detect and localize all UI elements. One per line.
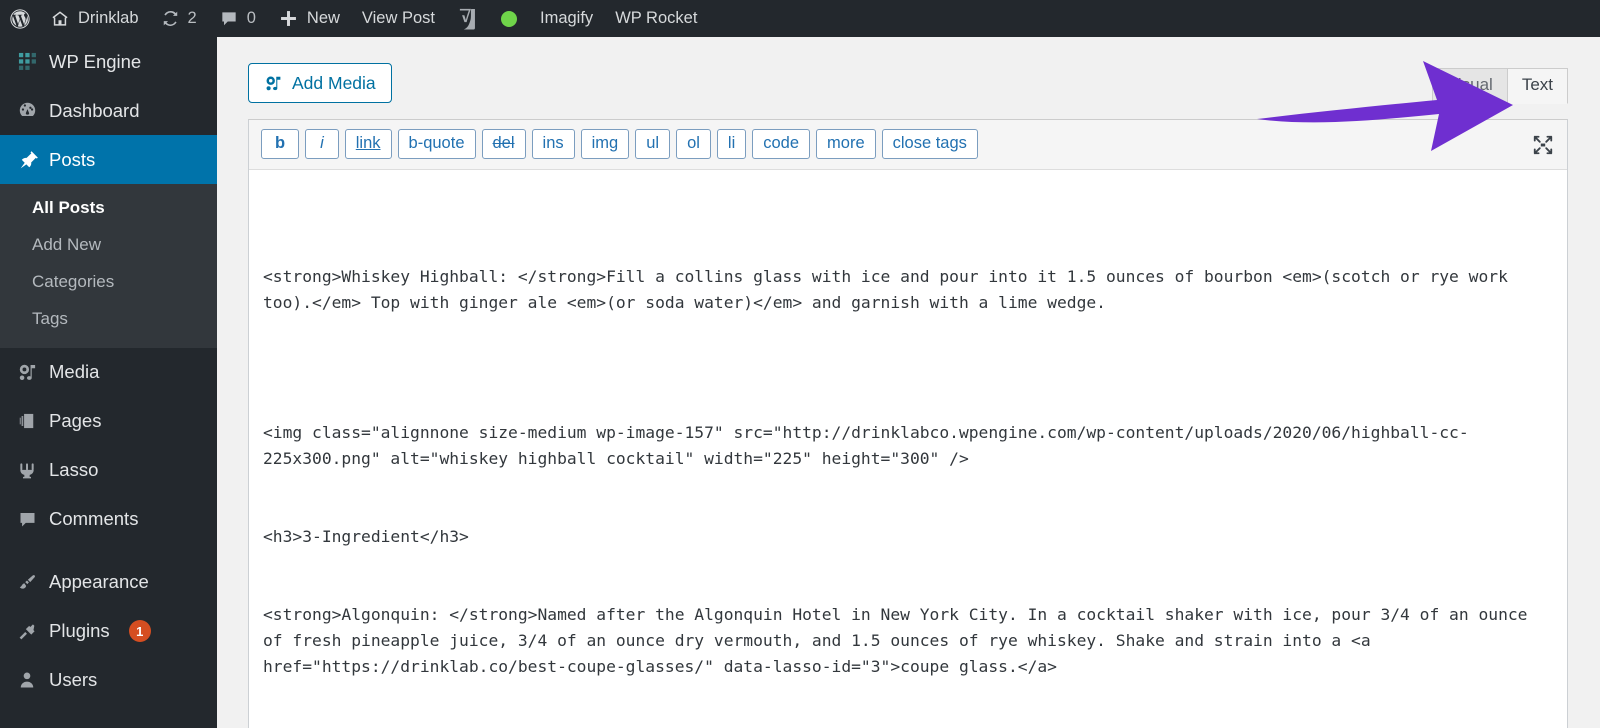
sidebar-item-label: Posts: [49, 148, 96, 170]
admin-bar: Drinklab 2 0 New View Post Imagify WP Ro…: [0, 0, 1600, 37]
imagify-label: Imagify: [540, 9, 594, 28]
sidebar-item-users[interactable]: Users: [0, 656, 217, 705]
update-icon: [161, 9, 180, 28]
quicktag-ol[interactable]: ol: [676, 129, 711, 160]
post-content-textarea[interactable]: <strong>Whiskey Highball: </strong>Fill …: [249, 170, 1567, 728]
new-label: New: [306, 9, 340, 28]
admin-sidebar-menu: WP Engine Dashboard Posts All Posts Add …: [0, 37, 225, 728]
tab-visual[interactable]: Visual: [1431, 68, 1508, 104]
wpengine-icon: [16, 52, 38, 71]
quicktags-toolbar: b i link b-quote del ins img ul ol li co…: [249, 120, 1567, 171]
adminbar-wordpress-logo[interactable]: [0, 0, 39, 37]
sidebar-item-label: Pages: [49, 410, 102, 432]
quicktag-close-tags[interactable]: close tags: [881, 129, 978, 160]
plugins-icon: [16, 621, 38, 642]
content-line-h3-heading: <h3>3-Ingredient</h3>: [263, 527, 469, 547]
main-content-area: Add Media Visual Text b i link b-quote d…: [217, 37, 1600, 728]
sidebar-item-dashboard[interactable]: Dashboard: [0, 86, 217, 135]
sidebar-item-lasso[interactable]: Lasso: [0, 446, 217, 495]
quicktag-code[interactable]: code: [752, 129, 811, 160]
sidebar-item-label: Users: [49, 669, 98, 691]
submenu-item-categories[interactable]: Categories: [0, 264, 217, 301]
quicktag-b[interactable]: b: [261, 129, 300, 160]
comments-count: 0: [246, 9, 256, 27]
dashboard-icon: [16, 100, 38, 121]
sidebar-item-pages[interactable]: Pages: [0, 397, 217, 446]
appearance-icon: [16, 572, 38, 593]
sidebar-item-posts[interactable]: Posts: [0, 135, 225, 184]
quicktag-ins[interactable]: ins: [531, 129, 575, 160]
view-post-label: View Post: [361, 9, 435, 28]
post-editor: Add Media Visual Text b i link b-quote d…: [248, 63, 1568, 728]
comments-icon: [16, 509, 38, 530]
quicktag-del[interactable]: del: [481, 129, 526, 160]
content-paragraph-whiskey-highball: <strong>Whiskey Highball: </strong>Fill …: [263, 267, 1518, 313]
editor-top-row: Add Media Visual Text: [248, 63, 1568, 119]
adminbar-seo-status[interactable]: [489, 0, 529, 37]
menu-separator: [0, 544, 217, 558]
quicktag-i[interactable]: i: [305, 129, 339, 160]
quicktag-li[interactable]: li: [716, 129, 747, 160]
media-icon: [16, 362, 38, 383]
users-icon: [16, 670, 38, 690]
yoast-seo-icon: [457, 8, 478, 30]
sidebar-item-label: Appearance: [49, 571, 149, 593]
submenu-item-all-posts[interactable]: All Posts: [0, 190, 217, 227]
sidebar-item-media[interactable]: Media: [0, 348, 217, 397]
plus-icon: [278, 8, 299, 29]
wordpress-logo-icon: [9, 8, 31, 30]
sidebar-item-label: WP Engine: [49, 50, 142, 72]
content-paragraph-algonquin: <strong>Algonquin: </strong>Named after …: [263, 605, 1538, 677]
sidebar-item-wp-engine[interactable]: WP Engine: [0, 37, 217, 86]
sidebar-item-label: Comments: [49, 508, 139, 530]
sidebar-item-appearance[interactable]: Appearance: [0, 558, 217, 607]
adminbar-yoast-seo[interactable]: [446, 0, 489, 37]
quicktag-b-quote[interactable]: b-quote: [397, 129, 476, 160]
adminbar-comments[interactable]: 0: [208, 0, 267, 37]
adminbar-imagify[interactable]: Imagify: [529, 0, 604, 37]
updates-count: 2: [187, 9, 197, 27]
tab-text[interactable]: Text: [1506, 68, 1568, 104]
adminbar-site-name[interactable]: Drinklab: [39, 0, 150, 37]
quicktag-link[interactable]: link: [344, 129, 392, 160]
add-media-icon: [264, 74, 283, 93]
fullscreen-icon[interactable]: [1531, 133, 1555, 157]
quicktag-img[interactable]: img: [580, 129, 630, 160]
quicktag-ul[interactable]: ul: [635, 129, 671, 160]
content-line-img-tag: <img class="alignnone size-medium wp-ima…: [263, 423, 1469, 469]
sidebar-item-label: Dashboard: [49, 99, 140, 121]
comment-bubble-icon: [219, 9, 239, 29]
sidebar-item-label: Plugins: [49, 620, 110, 642]
site-name-label: Drinklab: [78, 9, 139, 28]
sidebar-item-comments[interactable]: Comments: [0, 495, 217, 544]
lasso-icon: [16, 460, 38, 481]
submenu-item-add-new[interactable]: Add New: [0, 227, 217, 264]
adminbar-wp-rocket[interactable]: WP Rocket: [604, 0, 708, 37]
pages-icon: [16, 411, 38, 431]
seo-status-dot-icon: [500, 10, 518, 28]
editor-container: b i link b-quote del ins img ul ol li co…: [248, 119, 1568, 728]
wp-rocket-label: WP Rocket: [615, 9, 698, 28]
pin-icon: [16, 149, 38, 170]
quicktag-more[interactable]: more: [816, 129, 876, 160]
sidebar-item-label: Media: [49, 361, 100, 383]
adminbar-view-post[interactable]: View Post: [351, 0, 446, 37]
editor-mode-tabs: Visual Text: [1431, 67, 1568, 104]
sidebar-item-label: Lasso: [49, 459, 99, 481]
add-media-button[interactable]: Add Media: [248, 63, 392, 103]
home-icon: [50, 9, 70, 29]
submenu-item-tags[interactable]: Tags: [0, 301, 217, 338]
sidebar-item-plugins[interactable]: Plugins 1: [0, 607, 217, 656]
plugins-update-badge: 1: [128, 620, 151, 643]
adminbar-new-content[interactable]: New: [267, 0, 351, 37]
adminbar-updates[interactable]: 2: [150, 0, 208, 37]
posts-submenu: All Posts Add New Categories Tags: [0, 184, 217, 348]
add-media-label: Add Media: [292, 72, 376, 93]
